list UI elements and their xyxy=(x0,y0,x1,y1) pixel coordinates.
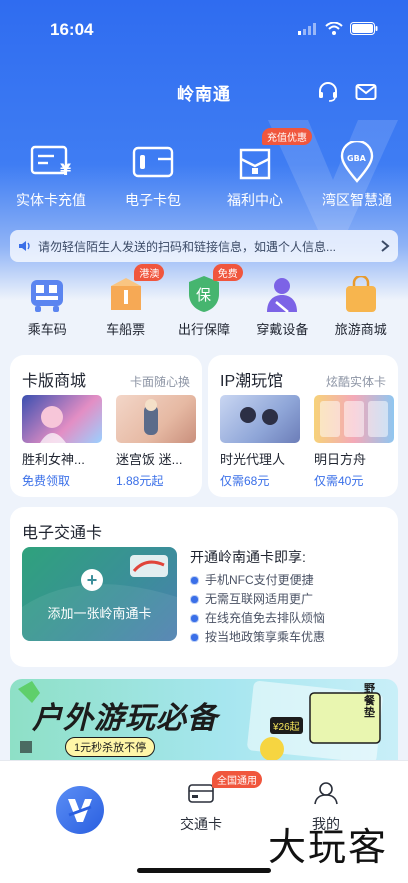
tab-home[interactable] xyxy=(55,785,105,840)
shopping-bag-icon xyxy=(345,276,376,312)
speaker-icon xyxy=(19,241,30,251)
svg-text:¥: ¥ xyxy=(60,160,71,179)
service-ticket[interactable]: 港澳 车船票 xyxy=(86,264,165,338)
ip-hall-subtitle: 炫酷实体卡 xyxy=(325,375,386,389)
banner-title: 户外游玩必备 xyxy=(32,702,218,735)
benefit-text: 按当地政策享乘车优惠 xyxy=(205,630,326,644)
service-label: 乘车码 xyxy=(27,322,67,337)
welfare-badge: 充值优惠 xyxy=(262,128,312,145)
benefit-text: 在线充值免去排队烦恼 xyxy=(205,611,326,625)
message-icon[interactable] xyxy=(354,80,378,104)
product-price: 1.88元起 xyxy=(116,474,164,488)
status-time: 16:04 xyxy=(50,20,94,39)
shield-label: 保 xyxy=(196,286,211,304)
tile-card-recharge[interactable]: ¥ 实体卡充值 xyxy=(0,140,102,210)
customer-service-icon[interactable] xyxy=(316,80,340,104)
service-row: 乘车码 港澳 车船票 保 免费 出行保障 穿戴设备 旅游商城 xyxy=(0,264,408,338)
benefit-item: 手机NFC支付更便捷 xyxy=(190,571,325,590)
notice-text: 请勿轻信陌生人发送的扫码和链接信息，如遇个人信息... xyxy=(38,239,337,254)
tile-label: 电子卡包 xyxy=(125,192,181,208)
add-card-button[interactable]: + 添加一张岭南通卡 xyxy=(22,547,177,641)
ip-hall-item[interactable]: 明日方舟 仅需40元 xyxy=(314,395,398,489)
ip-hall-panel[interactable]: IP潮玩馆 炫酷实体卡 时光代理人 仅需68元 明日方舟 仅需40元 xyxy=(208,355,398,497)
tab-badge: 全国通用 xyxy=(212,771,262,788)
wearable-icon xyxy=(267,278,298,313)
product-name: 胜利女神... xyxy=(22,452,85,467)
service-travel-protection[interactable]: 保 免费 出行保障 xyxy=(165,264,243,338)
transit-card-icon xyxy=(188,784,214,803)
tile-label: 湾区智慧通 xyxy=(322,192,392,208)
tile-label: 福利中心 xyxy=(227,192,283,208)
ip-hall-title: IP潮玩馆 xyxy=(220,373,284,390)
ticket-icon xyxy=(110,278,141,310)
wifi-icon xyxy=(325,22,343,35)
card-mall-title: 卡版商城 xyxy=(22,373,87,390)
benefits-list: 开通岭南通卡即享: 手机NFC支付更便捷 无需互联网适用更广 在线充值免去排队烦… xyxy=(190,547,325,647)
product-image xyxy=(220,395,300,443)
wallet-icon xyxy=(132,146,174,178)
service-label: 旅游商城 xyxy=(334,322,387,337)
product-name: 时光代理人 xyxy=(220,452,286,467)
promo-banner[interactable]: 户外游玩必备 1元秒杀放不停 ¥26起 野餐垫 xyxy=(10,679,398,761)
service-label: 出行保障 xyxy=(177,322,230,337)
tab-label: 交通卡 xyxy=(180,816,222,832)
tile-welfare-center[interactable]: 充值优惠 福利中心 xyxy=(204,128,312,210)
tile-label: 实体卡充值 xyxy=(16,192,86,208)
home-logo-icon xyxy=(56,786,104,834)
service-wearable[interactable]: 穿戴设备 xyxy=(243,266,321,338)
card-recharge-icon: ¥ xyxy=(30,145,71,179)
notice-bar[interactable]: 请勿轻信陌生人发送的扫码和链接信息，如遇个人信息... xyxy=(10,230,398,262)
profile-icon xyxy=(314,782,338,805)
service-bus-code[interactable]: 乘车码 xyxy=(8,266,86,338)
top-function-row: ¥ 实体卡充值 电子卡包 充值优惠 福利中心 GBA 湾区智慧通 xyxy=(0,128,408,210)
product-image xyxy=(22,395,102,443)
product-image xyxy=(314,395,394,443)
battery-icon xyxy=(350,22,378,35)
benefits-title: 开通岭南通卡即享: xyxy=(190,549,306,565)
product-name: 明日方舟 xyxy=(314,452,367,467)
signal-icon xyxy=(298,22,316,35)
gba-location-icon: GBA xyxy=(340,141,374,183)
home-indicator[interactable] xyxy=(137,868,271,873)
product-name: 迷宫饭 迷... xyxy=(116,452,183,467)
ecard-title: 电子交通卡 xyxy=(22,525,103,542)
bus-qr-icon xyxy=(31,280,64,312)
product-price: 仅需40元 xyxy=(314,474,364,488)
product-price: 免费领取 xyxy=(22,474,71,488)
card-pattern xyxy=(22,555,177,641)
tile-e-wallet[interactable]: 电子卡包 xyxy=(102,140,204,210)
benefit-item: 无需互联网适用更广 xyxy=(190,590,325,609)
benefit-text: 无需互联网适用更广 xyxy=(205,592,314,606)
card-mall-item[interactable]: 胜利女神... 免费领取 xyxy=(22,395,106,489)
ip-hall-item[interactable]: 时光代理人 仅需68元 xyxy=(220,395,304,489)
service-travel-mall[interactable]: 旅游商城 xyxy=(322,266,400,338)
banner-pill: 1元秒杀放不停 xyxy=(65,737,156,757)
svg-text:GBA: GBA xyxy=(347,154,367,163)
tab-transit-card[interactable]: 全国通用 交通卡 xyxy=(180,771,262,834)
card-mall-panel[interactable]: 卡版商城 卡面随心换 胜利女神... 免费领取 迷宫饭 迷... 1.88元起 xyxy=(10,355,202,497)
card-mall-subtitle: 卡面随心换 xyxy=(129,375,190,389)
add-card-label: 添加一张岭南通卡 xyxy=(47,606,152,621)
tile-gba-smart[interactable]: GBA 湾区智慧通 xyxy=(306,140,408,210)
benefit-text: 手机NFC支付更便捷 xyxy=(205,573,314,587)
product-image xyxy=(116,395,196,443)
product-price: 仅需68元 xyxy=(220,474,270,488)
service-badge-free: 免费 xyxy=(212,264,243,281)
chevron-right-icon[interactable] xyxy=(380,239,390,253)
card-mall-item[interactable]: 迷宫饭 迷... 1.88元起 xyxy=(116,395,200,489)
gift-icon xyxy=(239,148,271,180)
page-title: 岭南通 xyxy=(177,85,231,104)
service-label: 穿戴设备 xyxy=(256,322,309,337)
plus-icon: + xyxy=(81,569,103,591)
benefit-item: 在线充值免去排队烦恼 xyxy=(190,609,325,628)
service-badge-hkmo: 港澳 xyxy=(134,264,165,281)
banner-price-tag: ¥26起 xyxy=(270,717,303,734)
service-label: 车船票 xyxy=(106,322,146,337)
status-bar: 16:04 xyxy=(0,0,408,58)
watermark-text: 大玩客 xyxy=(268,825,389,869)
benefit-item: 按当地政策享乘车优惠 xyxy=(190,628,325,647)
ecard-panel: 电子交通卡 + 添加一张岭南通卡 开通岭南通卡即享: 手机NFC支付更便捷 无需… xyxy=(10,507,398,667)
banner-tag: 野餐垫 xyxy=(364,683,375,719)
